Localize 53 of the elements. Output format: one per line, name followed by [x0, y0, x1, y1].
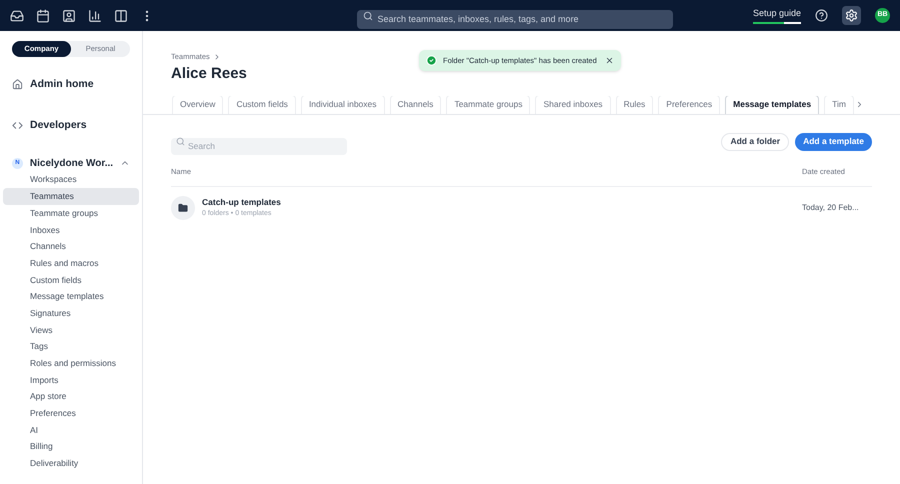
- workspace-title[interactable]: Nicelydone Wor...: [30, 156, 114, 170]
- setup-guide-link[interactable]: Setup guide: [752, 6, 801, 20]
- help-icon[interactable]: [815, 9, 828, 22]
- sidebar-item[interactable]: Views: [3, 322, 139, 338]
- tab[interactable]: Individual inboxes: [300, 96, 385, 114]
- sidebar-link[interactable]: Admin home: [30, 77, 94, 93]
- columns-icon[interactable]: [114, 8, 128, 22]
- search-icon: [363, 10, 374, 20]
- tab[interactable]: Custom fields: [228, 96, 296, 114]
- sidebar-item[interactable]: Roles and permissions: [3, 355, 139, 372]
- add-folder-button[interactable]: Add a folder: [721, 132, 790, 151]
- sidebar-item[interactable]: Custom fields: [3, 272, 139, 288]
- tab[interactable]: Teammate groups: [446, 96, 530, 114]
- settings-button[interactable]: [842, 6, 861, 25]
- sidebar-item[interactable]: Teammates: [3, 188, 139, 205]
- folder-name[interactable]: Catch-up templates: [202, 196, 802, 209]
- sidebar-item[interactable]: Workspaces: [3, 172, 139, 188]
- tab[interactable]: Rules: [616, 96, 654, 114]
- tab[interactable]: Tim: [824, 96, 854, 114]
- search-field[interactable]: Search: [171, 138, 347, 155]
- add-template-button[interactable]: Add a template: [795, 132, 872, 151]
- sidebar-item[interactable]: Billing: [3, 438, 139, 456]
- folder-icon: [171, 196, 195, 220]
- sidebar-item[interactable]: Channels: [3, 238, 139, 255]
- sidebar-item[interactable]: AI: [3, 422, 139, 438]
- sidebar-item[interactable]: Preferences: [3, 405, 139, 422]
- home-icon: [12, 79, 23, 90]
- search-icon: [176, 137, 185, 146]
- calendar-icon[interactable]: [36, 8, 50, 22]
- sidebar-item[interactable]: Rules and macros: [3, 254, 139, 272]
- tab[interactable]: Preferences: [658, 96, 720, 114]
- close-icon[interactable]: [604, 56, 614, 65]
- sidebar-item[interactable]: Inboxes: [3, 222, 139, 238]
- sidebar-link[interactable]: Developers: [30, 118, 87, 134]
- chart-icon[interactable]: [88, 8, 102, 22]
- sidebar-item[interactable]: Tags: [3, 338, 139, 356]
- tab[interactable]: Channels: [390, 96, 442, 114]
- sidebar-item[interactable]: Signatures: [3, 305, 139, 322]
- sidebar-item[interactable]: Deliverability: [3, 455, 139, 472]
- sidebar-item[interactable]: Imports: [3, 372, 139, 388]
- code-icon: [12, 120, 23, 132]
- tab[interactable]: Overview: [172, 96, 224, 114]
- tab[interactable]: Shared inboxes: [535, 96, 611, 114]
- sidebar-item[interactable]: App store: [3, 388, 139, 406]
- contact-icon[interactable]: [62, 8, 76, 22]
- page-title: Alice Rees: [170, 64, 248, 84]
- sidebar-item[interactable]: Message templates: [3, 288, 139, 305]
- search-field[interactable]: Search teammates, inboxes, rules, tags, and more: [357, 10, 674, 28]
- sidebar-item[interactable]: Teammate groups: [3, 204, 139, 222]
- tab[interactable]: Message templates: [725, 96, 820, 114]
- inbox-icon[interactable]: [10, 8, 24, 22]
- check-icon: [426, 55, 437, 66]
- date-cell-text: Today, 20 Feb...: [802, 202, 860, 214]
